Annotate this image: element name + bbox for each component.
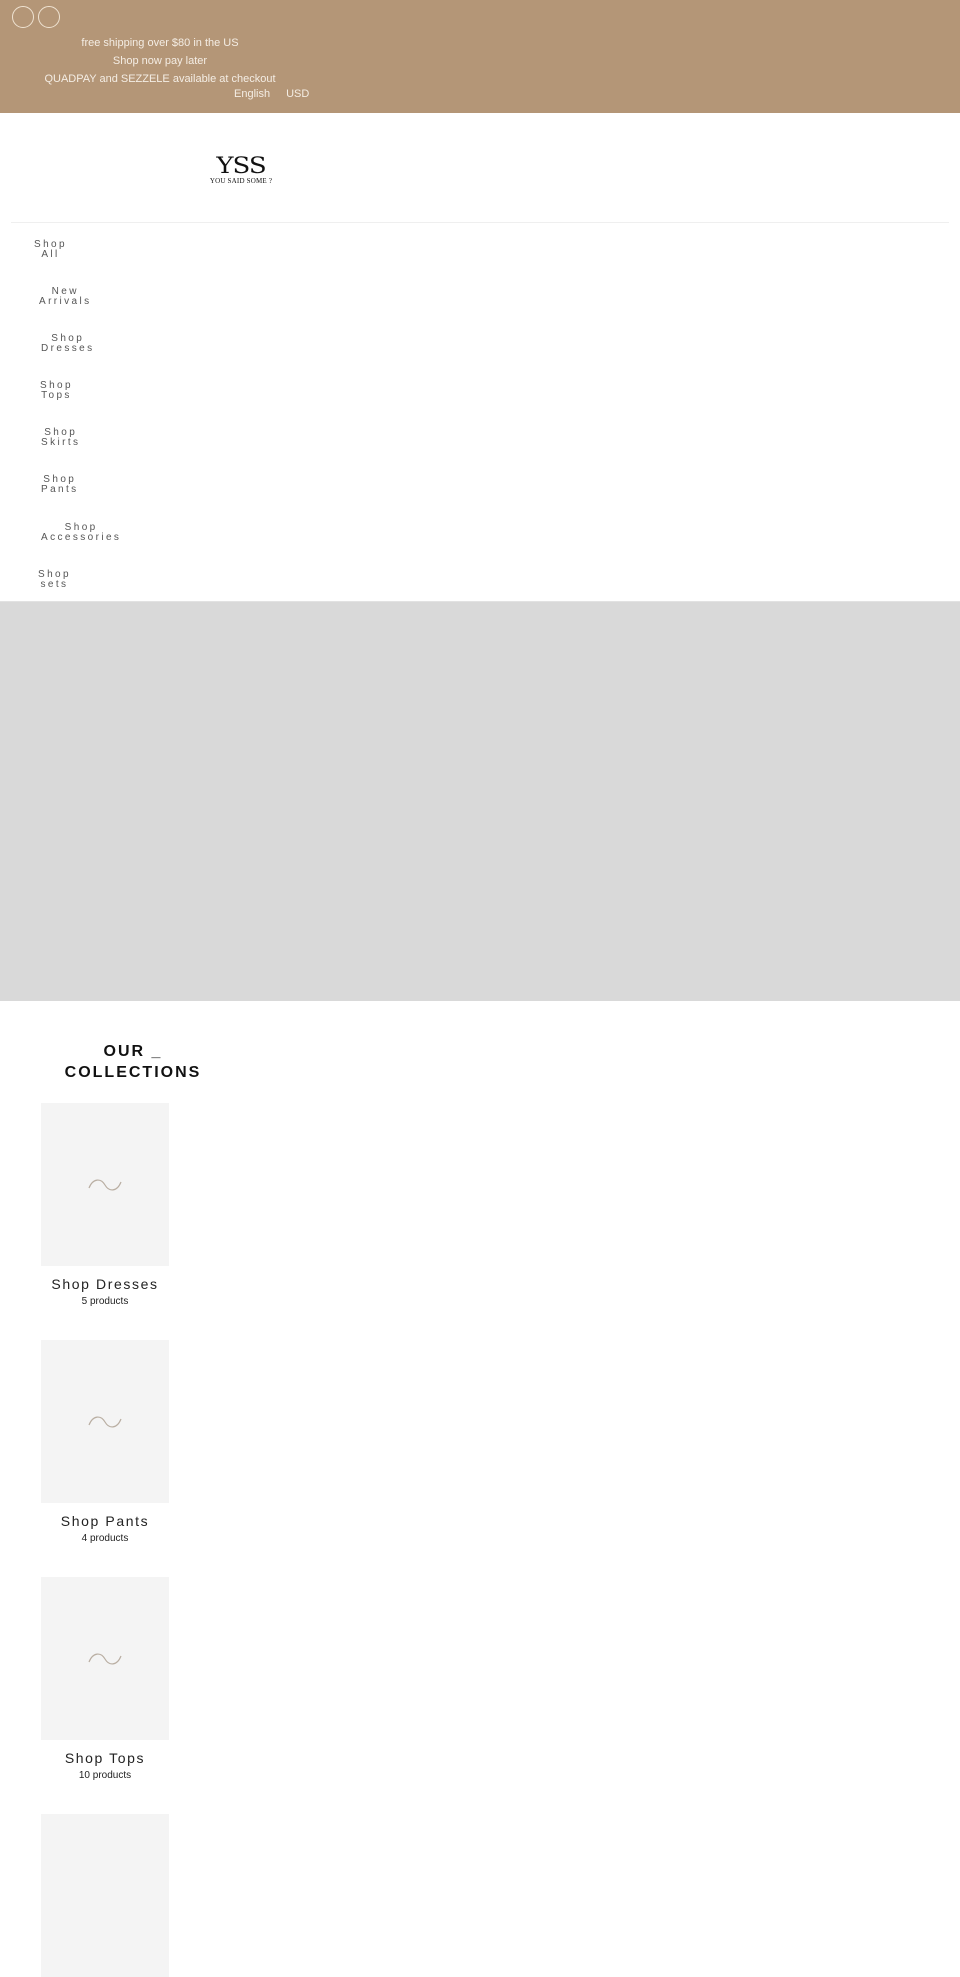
collection-image-placeholder[interactable]	[41, 1340, 169, 1503]
collection-image-placeholder[interactable]	[41, 1577, 169, 1740]
nav-item-shop-skirts[interactable]: Shop Skirts	[41, 428, 80, 448]
logo[interactable]: YSS YOU SAID SOME ?	[203, 153, 279, 185]
nav-item-shop-dresses[interactable]: Shop Dresses	[41, 334, 94, 354]
collection-card[interactable]: Shop Dresses 5 products	[41, 1103, 169, 1307]
collection-name[interactable]: Shop Dresses	[41, 1276, 169, 1292]
announcement-line: free shipping over $80 in the US	[81, 37, 239, 49]
nav-item-shop-tops[interactable]: Shop Tops	[40, 381, 73, 401]
placeholder-wave-icon	[88, 1653, 122, 1664]
main-nav: Shop All New Arrivals Shop Dresses Shop …	[0, 223, 960, 601]
announcement-line: QUADPAY and SEZZELE available at checkou…	[44, 73, 276, 85]
placeholder-wave-icon	[88, 1179, 122, 1190]
collections-section: OUR _ COLLECTIONS Shop Dresses 5 product…	[0, 1001, 960, 1977]
announcement-line: Shop now pay later	[112, 55, 208, 67]
nav-item-new-arrivals[interactable]: New Arrivals	[39, 287, 92, 307]
collection-count: 5 products	[81, 1296, 129, 1307]
circle-icon[interactable]	[38, 6, 60, 28]
collection-count: 4 products	[81, 1533, 129, 1544]
nav-item-shop-all[interactable]: Shop All	[34, 240, 67, 260]
nav-item-label: sets	[40, 579, 69, 590]
locale-selectors: English USD	[234, 88, 309, 100]
nav-item-label: Skirts	[41, 437, 81, 448]
nav-item-shop-sets[interactable]: Shop sets	[38, 570, 71, 590]
collection-card[interactable]: Shop Pants 4 products	[41, 1340, 169, 1544]
collection-card[interactable]	[41, 1814, 169, 1977]
nav-item-label: Arrivals	[39, 296, 92, 307]
collection-name[interactable]: Shop Pants	[41, 1513, 169, 1529]
collection-image-placeholder[interactable]	[41, 1103, 169, 1266]
logo-mark: YSS	[216, 153, 266, 179]
currency-selector[interactable]: USD	[286, 88, 309, 100]
nav-item-shop-accessories[interactable]: Shop Accessories	[41, 523, 121, 543]
collections-heading: OUR _ COLLECTIONS	[60, 1041, 206, 1083]
collection-name[interactable]: Shop Tops	[41, 1750, 169, 1766]
collection-count: 10 products	[78, 1770, 132, 1781]
nav-item-label: Dresses	[41, 343, 95, 354]
hero-banner	[0, 601, 960, 1001]
collections-heading-line: OUR _	[103, 1043, 163, 1060]
announcement-controls	[12, 6, 60, 28]
placeholder-wave-icon	[88, 1416, 122, 1427]
nav-item-shop-pants[interactable]: Shop Pants	[41, 475, 79, 495]
collection-image-placeholder[interactable]	[41, 1814, 169, 1977]
nav-item-label: Pants	[41, 484, 79, 495]
site-header: YSS YOU SAID SOME ?	[0, 113, 960, 223]
language-selector[interactable]: English	[234, 88, 270, 100]
nav-item-label: Tops	[41, 390, 72, 401]
collection-card[interactable]: Shop Tops 10 products	[41, 1577, 169, 1781]
announcement-bar: free shipping over $80 in the US Shop no…	[0, 0, 960, 113]
circle-icon[interactable]	[12, 6, 34, 28]
nav-item-label: Accessories	[41, 532, 122, 543]
collections-heading-line: COLLECTIONS	[64, 1064, 202, 1081]
announcement-messages: free shipping over $80 in the US Shop no…	[0, 34, 320, 88]
nav-item-label: All	[41, 249, 60, 260]
